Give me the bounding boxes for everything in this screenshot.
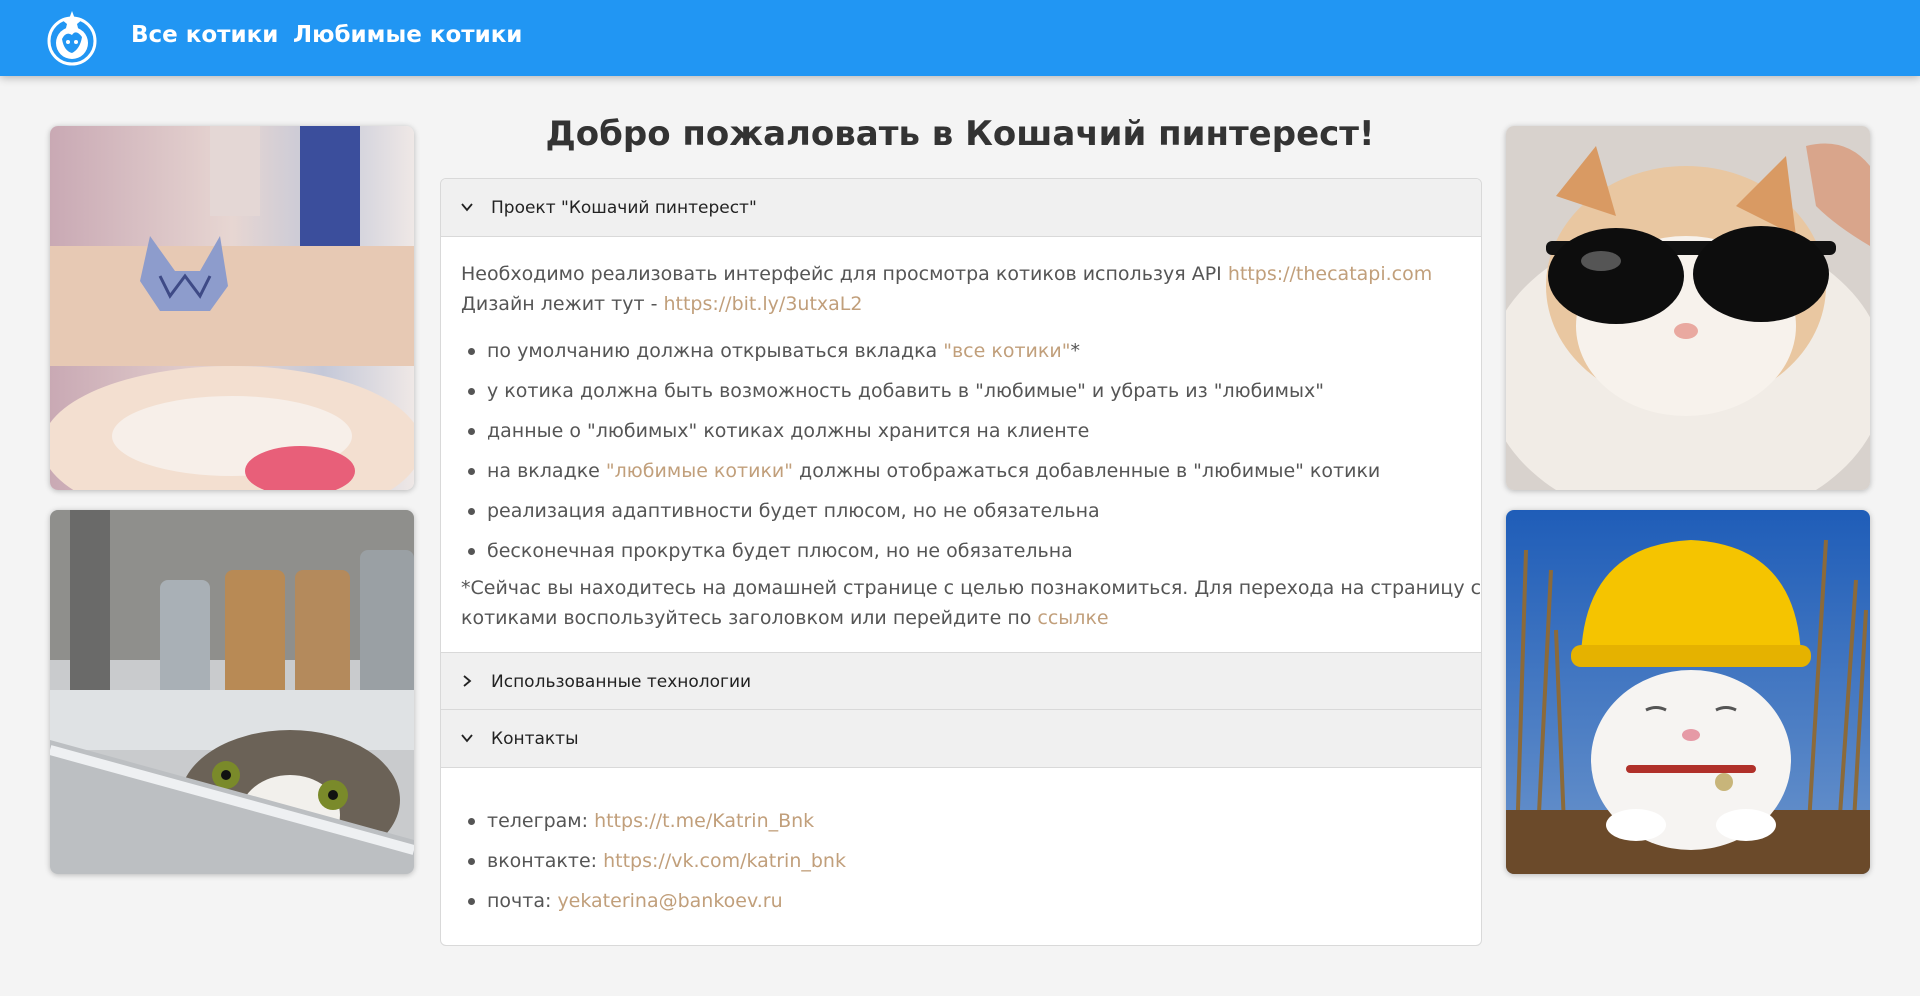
accordion-body-project: Необходимо реализовать интерфейс для про… (441, 259, 1481, 633)
contact-item: вконтакте: https://vk.com/katrin_bnk (465, 841, 1481, 881)
note-text: котиками воспользуйтесь заголовком или п… (461, 607, 1038, 629)
accordion-header-label: Использованные технологии (491, 672, 752, 692)
accordion-body-contacts: телеграм: https://t.me/Katrin_Bnk вконта… (441, 801, 1481, 921)
contacts-list: телеграм: https://t.me/Katrin_Bnk вконта… (441, 801, 1481, 921)
contact-label: вконтакте: (487, 850, 604, 872)
all-cats-link[interactable]: "все котики" (943, 340, 1070, 362)
contact-label: почта: (487, 890, 558, 912)
cat-photo-sunglasses (1506, 126, 1870, 490)
accordion-header-label: Проект "Кошачий пинтерест" (491, 198, 757, 218)
list-item-text: у котика должна быть возможность добавит… (487, 380, 1324, 402)
chevron-right-icon (463, 675, 472, 687)
list-item-text: по умолчанию должна открываться вкладка (487, 340, 944, 362)
list-item-text: * (1070, 340, 1080, 362)
list-item: данные о "любимых" котиках должны хранит… (465, 411, 1481, 451)
note-line-2: котиками воспользуйтесь заголовком или п… (441, 603, 1481, 633)
telegram-link[interactable]: https://t.me/Katrin_Bnk (594, 810, 814, 832)
list-item-text: бесконечная прокрутка будет плюсом, но н… (487, 540, 1073, 562)
cat-photo-sink (50, 510, 414, 874)
page-title: Добро пожаловать в Кошачий пинтерест! (545, 114, 1375, 154)
favorite-cats-link[interactable]: "любимые котики" (606, 460, 793, 482)
note-line-1: *Сейчас вы находитесь на домашней страни… (461, 577, 1482, 599)
list-item-text: должны отображаться добавленные в "любим… (793, 460, 1381, 482)
cats-page-link[interactable]: ссылке (1037, 607, 1108, 629)
list-item-text: данные о "любимых" котиках должны хранит… (487, 420, 1090, 442)
list-item-text: на вкладке (487, 460, 606, 482)
accordion-header-contacts[interactable]: Контакты (441, 710, 1481, 768)
intro-line: Необходимо реализовать интерфейс для про… (441, 259, 1481, 289)
api-link[interactable]: https://thecatapi.com (1228, 263, 1432, 285)
design-link[interactable]: https://bit.ly/3utxaL2 (663, 293, 862, 315)
vk-link[interactable]: https://vk.com/katrin_bnk (603, 850, 846, 872)
cat-photo-hardhat (1506, 510, 1870, 874)
list-item: по умолчанию должна открываться вкладка … (465, 331, 1481, 371)
nav-all-cats[interactable]: Все котики (131, 22, 278, 48)
list-item: реализация адаптивности будет плюсом, но… (465, 491, 1481, 531)
list-item: у котика должна быть возможность добавит… (465, 371, 1481, 411)
email-link[interactable]: yekaterina@bankoev.ru (557, 890, 782, 912)
top-navbar: Все котики Любимые котики (0, 0, 1920, 76)
requirements-list: по умолчанию должна открываться вкладка … (441, 331, 1481, 571)
chevron-down-icon (461, 203, 473, 212)
design-text: Дизайн лежит тут - (461, 293, 664, 315)
accordion-header-label: Контакты (491, 729, 579, 749)
list-item-text: реализация адаптивности будет плюсом, но… (487, 500, 1100, 522)
accordion-header-project[interactable]: Проект "Кошачий пинтерест" (441, 179, 1481, 237)
cat-photo-peeking (50, 126, 414, 490)
nav-favorite-cats[interactable]: Любимые котики (293, 22, 522, 48)
list-item: на вкладке "любимые котики" должны отобр… (465, 451, 1481, 491)
design-line: Дизайн лежит тут - https://bit.ly/3utxaL… (441, 289, 1481, 319)
list-item: бесконечная прокрутка будет плюсом, но н… (465, 531, 1481, 571)
intro-text: Необходимо реализовать интерфейс для про… (461, 263, 1228, 285)
accordion-header-tech[interactable]: Использованные технологии (441, 652, 1481, 710)
contact-item: телеграм: https://t.me/Katrin_Bnk (465, 801, 1481, 841)
chevron-down-icon (461, 734, 473, 743)
cat-dog-logo-icon[interactable] (46, 9, 98, 67)
contact-label: телеграм: (487, 810, 595, 832)
contact-item: почта: yekaterina@bankoev.ru (465, 881, 1481, 921)
info-accordion: Проект "Кошачий пинтерест" Необходимо ре… (440, 178, 1482, 946)
